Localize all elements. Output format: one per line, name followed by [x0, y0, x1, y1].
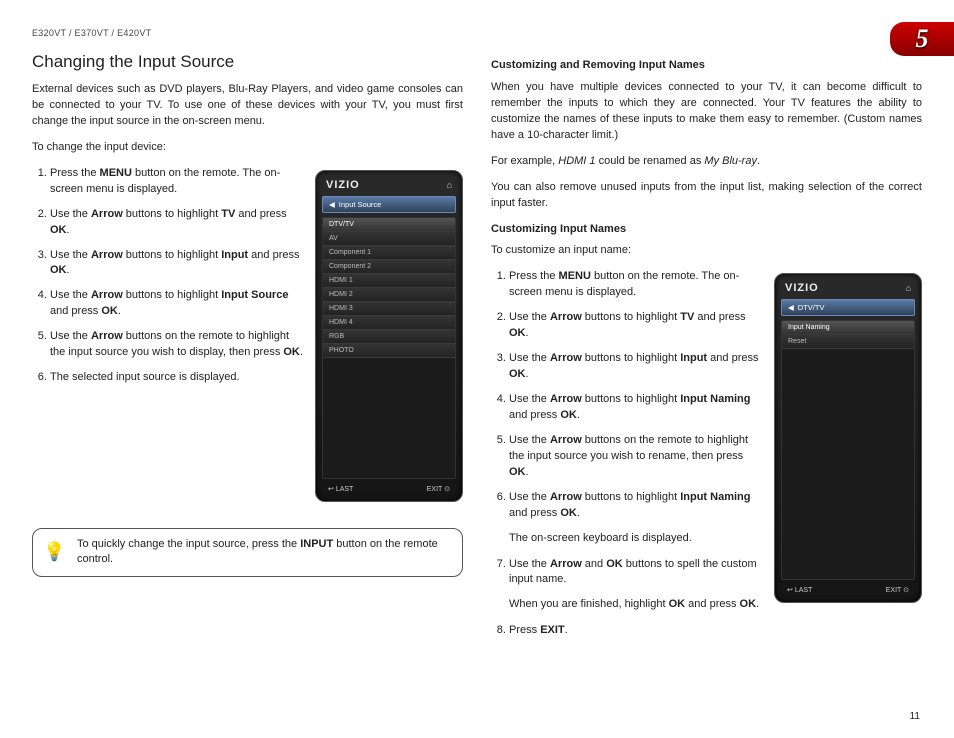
bulb-icon: 💡	[43, 540, 65, 565]
list-item: PHOTO	[323, 344, 455, 358]
back-arrow-icon: ◀	[788, 303, 794, 312]
home-icon: ⌂	[447, 180, 452, 190]
back-arrow-icon: ◀	[329, 200, 335, 209]
list-item: HDMI 3	[323, 302, 455, 316]
chapter-tab: 5	[890, 22, 954, 56]
list-item: HDMI 2	[323, 288, 455, 302]
intro-paragraph: External devices such as DVD players, Bl…	[32, 82, 463, 130]
lead-in-left: To change the input device:	[32, 140, 463, 156]
osd-mock-input-source: VIZIO ⌂ ◀ Input Source DTV/TV AV Compone…	[315, 170, 463, 502]
osd-last-label: LAST	[328, 485, 353, 493]
osd-title-bar: ◀ DTV/TV	[781, 299, 915, 316]
list-item: Reset	[782, 335, 914, 349]
list-item: Component 1	[323, 246, 455, 260]
osd-mock-input-naming: VIZIO ⌂ ◀ DTV/TV Input Naming Reset LAST…	[774, 273, 922, 603]
header-models: E320VT / E370VT / E420VT	[32, 28, 922, 38]
page-number: 11	[910, 711, 920, 722]
step: Press EXIT.	[509, 623, 922, 639]
paragraph: For example, HDMI 1 could be renamed as …	[491, 154, 922, 170]
brand-logo: VIZIO	[785, 282, 819, 294]
osd-title: DTV/TV	[798, 303, 825, 312]
chapter-number: 5	[916, 24, 929, 54]
list-item: DTV/TV	[323, 218, 455, 232]
lead-in-right: To customize an input name:	[491, 243, 922, 259]
home-icon: ⌂	[906, 283, 911, 293]
brand-logo: VIZIO	[326, 179, 360, 191]
list-item: HDMI 4	[323, 316, 455, 330]
paragraph: When you have multiple devices connected…	[491, 80, 922, 144]
list-item: Component 2	[323, 260, 455, 274]
osd-last-label: LAST	[787, 586, 812, 594]
list-item: AV	[323, 232, 455, 246]
subhead-customize-remove: Customizing and Removing Input Names	[491, 58, 922, 74]
osd-exit-label: EXIT	[886, 586, 909, 594]
list-item: RGB	[323, 330, 455, 344]
osd-list: DTV/TV AV Component 1 Component 2 HDMI 1…	[322, 217, 456, 479]
section-title-left: Changing the Input Source	[32, 52, 463, 72]
list-item: Input Naming	[782, 321, 914, 335]
osd-list: Input Naming Reset	[781, 320, 915, 580]
subhead-customize-names: Customizing Input Names	[491, 222, 922, 238]
list-item: HDMI 1	[323, 274, 455, 288]
osd-exit-label: EXIT	[427, 485, 450, 493]
osd-title: Input Source	[339, 200, 382, 209]
tip-callout: 💡 To quickly change the input source, pr…	[32, 528, 463, 577]
osd-title-bar: ◀ Input Source	[322, 196, 456, 213]
paragraph: You can also remove unused inputs from t…	[491, 180, 922, 212]
